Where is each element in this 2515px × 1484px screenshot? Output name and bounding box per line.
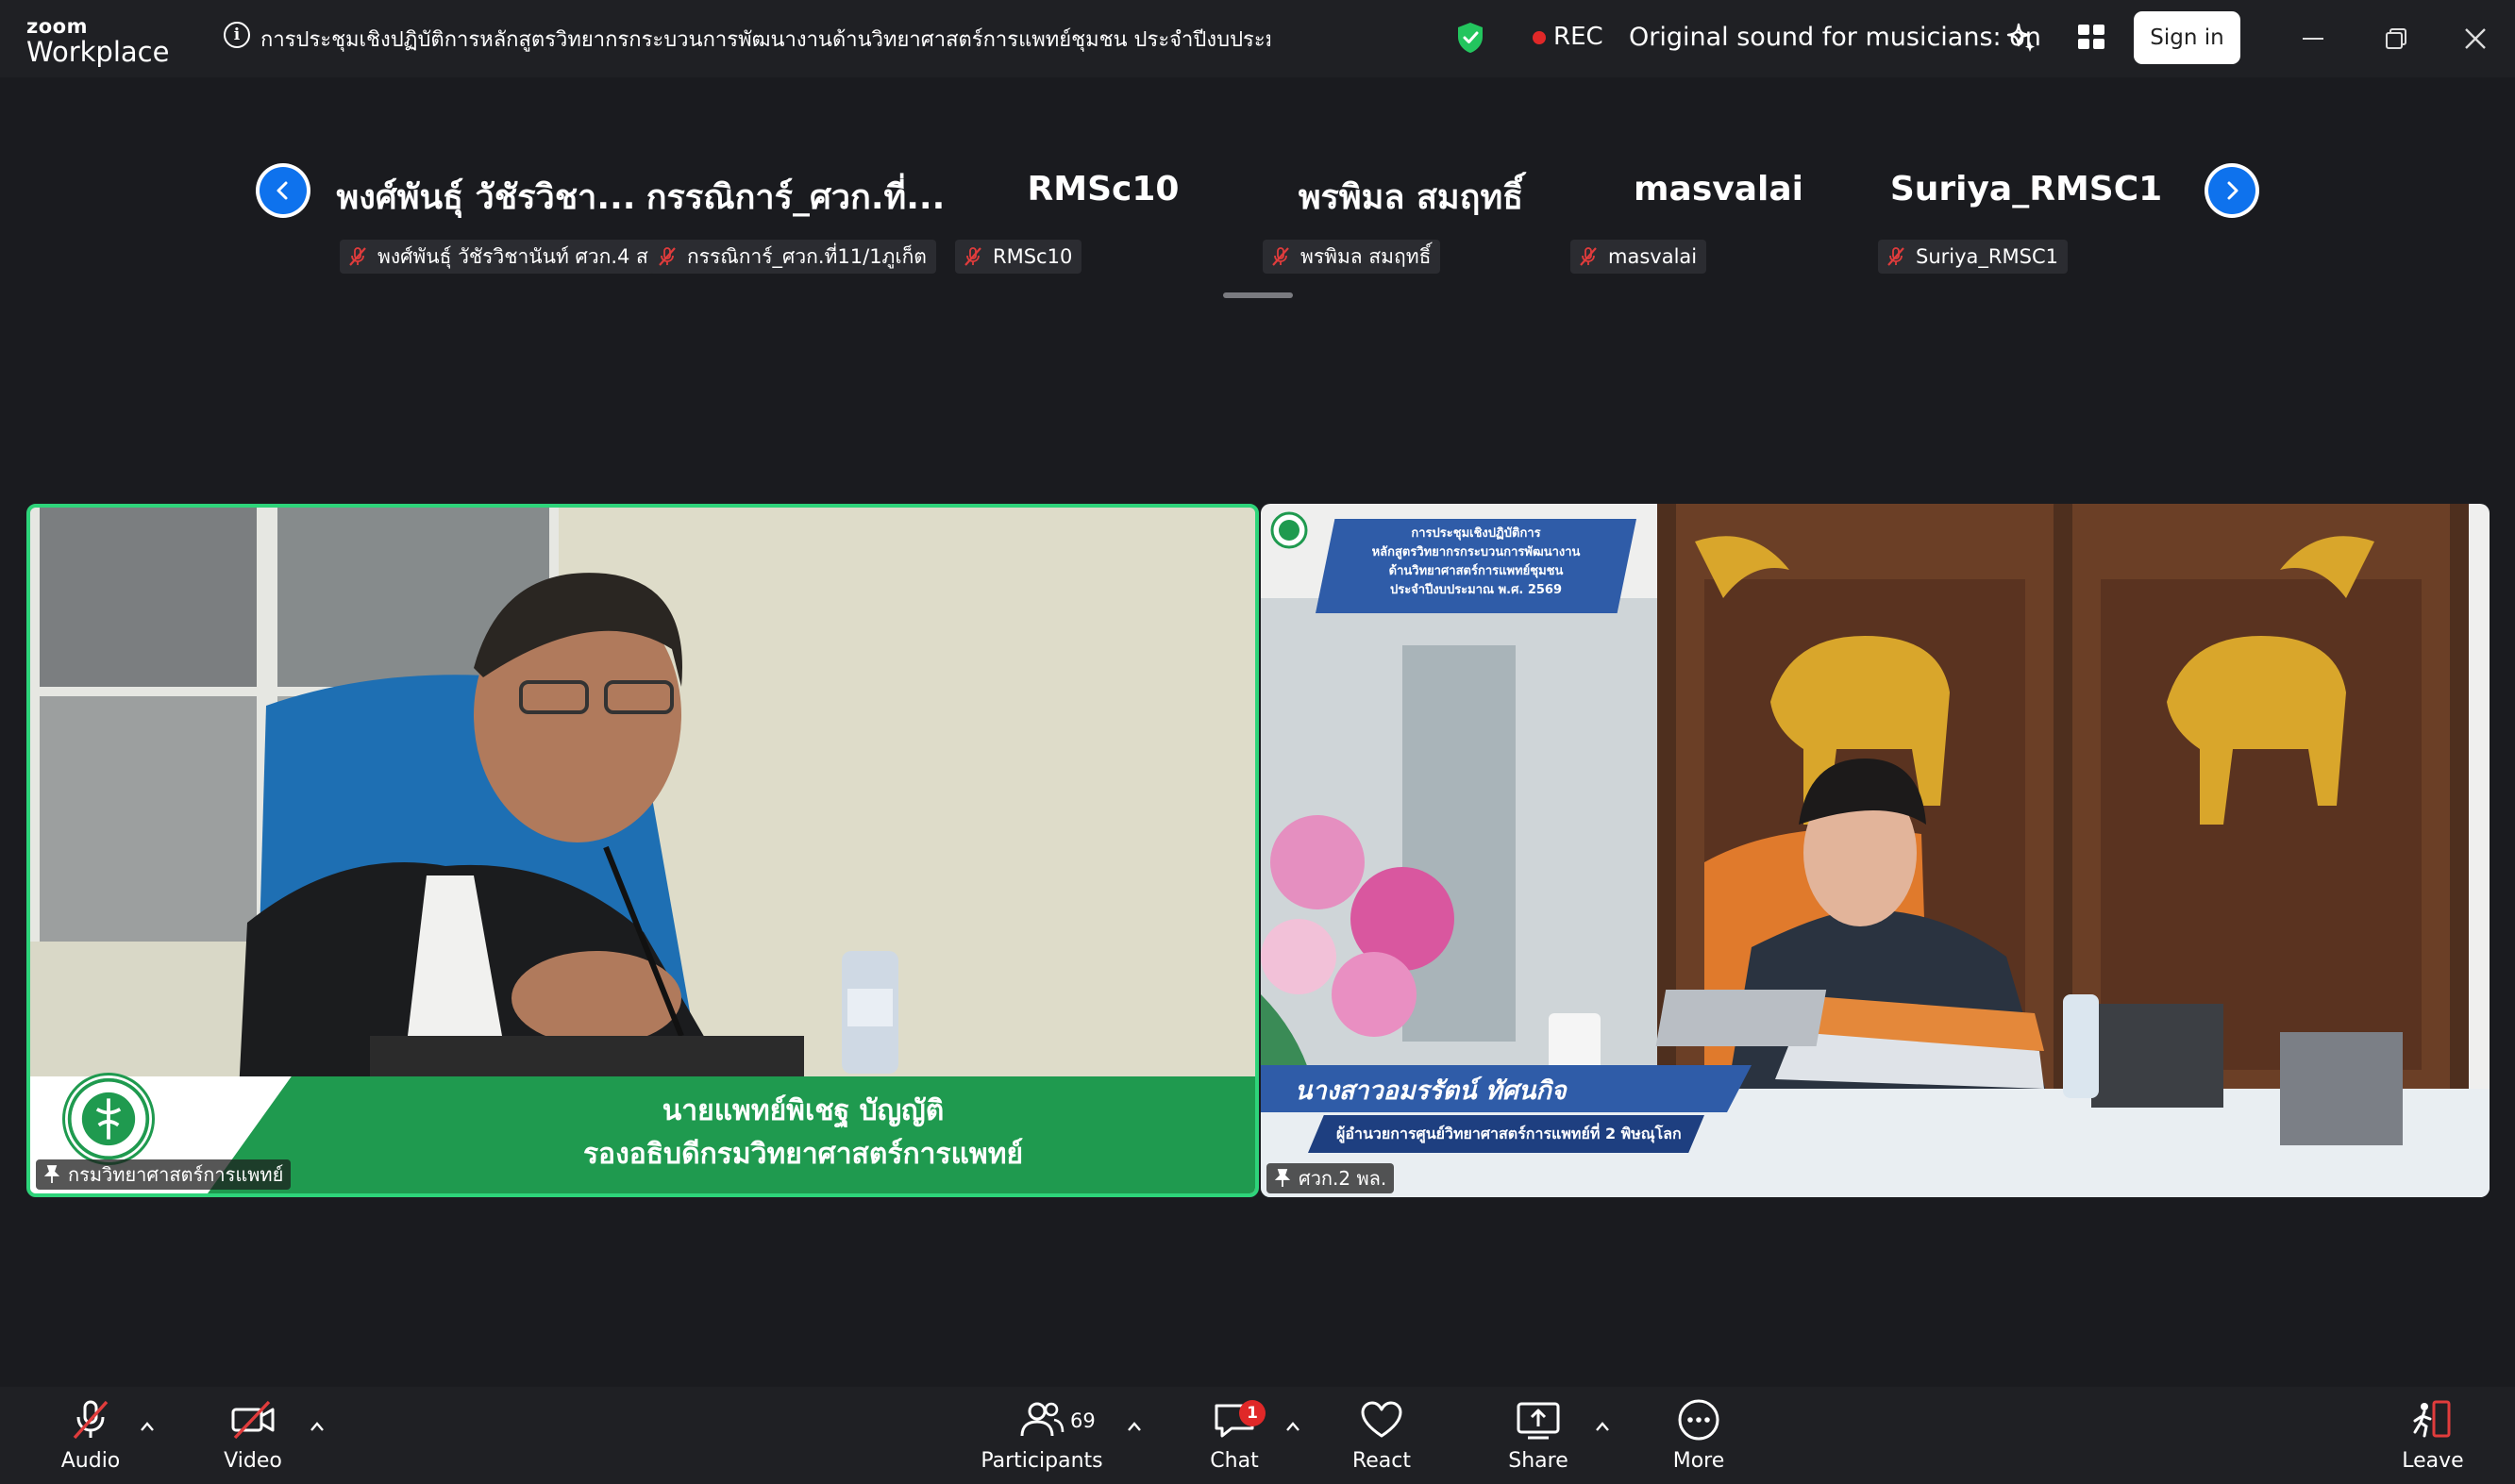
event-line: ด้านวิทยาศาสตร์การแพทย์ชุมชน — [1388, 564, 1564, 579]
apps-grid-icon[interactable] — [2076, 23, 2106, 51]
zoom-workplace-logo: zoom Workplace — [26, 17, 169, 66]
audio-label: Audio — [60, 1449, 121, 1473]
logo-line1: zoom — [26, 15, 88, 38]
video-label: Video — [224, 1449, 282, 1473]
participant-badge-text: พรพิมล สมฤทธิ์ — [1300, 244, 1432, 268]
participant-tile[interactable]: พรพิมล สมฤทธิ์ พรพิมล สมฤทธิ์ — [1257, 160, 1565, 292]
chat-label: Chat — [1210, 1449, 1259, 1473]
participant-role-caption: ผู้อำนวยการศูนย์วิทยาศาสตร์การแพทย์ที่ 2… — [1336, 1125, 1682, 1142]
participant-name: Suriya_RMSC1 — [1889, 170, 2163, 208]
recording-dot-icon — [1533, 31, 1546, 44]
leave-label: Leave — [2402, 1449, 2464, 1473]
participant-tile[interactable]: Suriya_RMSC1 Suriya_RMSC1 — [1872, 160, 2180, 292]
mic-muted-icon — [349, 247, 366, 266]
mic-muted-icon — [73, 1400, 109, 1440]
spotlight-pin-icon — [43, 1165, 60, 1183]
meeting-title: การประชุมเชิงปฏิบัติการหลักสูตรวิทยากรกร… — [260, 28, 1270, 52]
participant-name: RMSc10 — [1027, 170, 1180, 208]
logo-line2: Workplace — [26, 36, 170, 68]
event-line: หลักสูตรวิทยากรกระบวนการพัฒนางาน — [1371, 545, 1581, 560]
minimize-window-icon[interactable] — [2303, 38, 2323, 40]
participant-badge-text: Suriya_RMSC1 — [1916, 245, 2058, 268]
participant-tile[interactable]: masvalai masvalai — [1565, 160, 1872, 292]
tile-name-label: ศวก.2 พล. — [1266, 1163, 1395, 1193]
video-button[interactable]: Video — [187, 1398, 319, 1477]
share-button[interactable]: Share — [1472, 1398, 1604, 1477]
participant-badge: masvalai — [1570, 240, 1707, 274]
heart-icon — [1361, 1401, 1402, 1438]
participant-badge: พงศ์พันธ์ุ วัชัรวิชานันท์ ศวก.4 ส... — [340, 240, 677, 274]
next-page-button[interactable] — [2205, 163, 2259, 218]
share-screen-icon — [1517, 1402, 1560, 1440]
chevron-right-icon — [2208, 167, 2255, 214]
chat-button[interactable]: Chat — [1168, 1398, 1300, 1477]
participant-badge: RMSc10 — [955, 240, 1082, 274]
video-options-caret-icon[interactable] — [310, 1421, 325, 1432]
chat-options-caret-icon[interactable] — [1285, 1421, 1300, 1432]
mic-muted-icon — [1580, 247, 1597, 266]
leave-button[interactable]: Leave — [2367, 1398, 2499, 1477]
previous-page-button[interactable] — [256, 163, 310, 218]
video-off-icon — [231, 1400, 275, 1440]
participants-label: Participants — [981, 1449, 1103, 1473]
tile-name-text: ศวก.2 พล. — [1299, 1167, 1387, 1190]
mic-muted-icon — [964, 247, 981, 266]
mic-muted-icon — [1887, 247, 1904, 266]
participant-name: พงศ์พันธ์ุ วัชัรวิชา... — [336, 178, 636, 217]
encryption-shield-icon[interactable] — [1455, 21, 1485, 55]
video-tile[interactable]: การประชุมเชิงปฏิบัติการ หลักสูตรวิทยากรก… — [1261, 504, 2490, 1197]
audio-button[interactable]: Audio — [25, 1398, 157, 1477]
participants-options-caret-icon[interactable] — [1127, 1421, 1142, 1432]
leave-door-icon — [2413, 1400, 2451, 1438]
participant-badge: พรพิมล สมฤทธิ์ — [1263, 240, 1441, 274]
speaker-name-caption: นายแพทย์พิเชฐ บัญญัติ — [662, 1094, 945, 1127]
participant-name-caption: นางสาวอมรรัตน์ ทัศนกิจ — [1295, 1076, 1567, 1106]
event-line: ประจำปีงบประมาณ พ.ศ. 2569 — [1389, 583, 1563, 598]
strip-page-indicator — [1223, 292, 1293, 298]
chat-unread-badge: 1 — [1239, 1400, 1266, 1426]
dmsc-small-emblem-icon — [1270, 511, 1308, 549]
participant-name: masvalai — [1634, 170, 1803, 208]
participant-badge-text: masvalai — [1608, 245, 1698, 268]
mic-muted-icon — [1272, 247, 1289, 266]
recording-label[interactable]: REC — [1553, 23, 1603, 51]
participant-tile[interactable]: RMSc10 RMSc10 — [949, 160, 1257, 292]
sign-in-button[interactable]: Sign in — [2134, 11, 2240, 64]
title-bar: zoom Workplace i การประชุมเชิงปฏิบัติการ… — [0, 0, 2515, 77]
react-button[interactable]: React — [1316, 1398, 1448, 1477]
participant-badge: กรรณิการ์_ศวก.ที่11/1ภูเก็ต — [649, 240, 936, 274]
more-label: More — [1672, 1449, 1725, 1473]
original-sound-status[interactable]: Original sound for musicians: on — [1629, 23, 2041, 52]
meeting-info-icon[interactable]: i — [224, 22, 250, 48]
participant-name: กรรณิการ์_ศวก.ที่... — [646, 178, 946, 217]
participant-name: พรพิมล สมฤทธิ์ — [1298, 178, 1524, 217]
mic-muted-icon — [659, 247, 676, 266]
more-dots-icon — [1678, 1399, 1719, 1441]
participant-badge-text: RMSc10 — [993, 245, 1073, 268]
participant-count: 69 — [1070, 1409, 1096, 1432]
video-tile-active-speaker[interactable]: นายแพทย์พิเชฐ บัญญัติ รองอธิบดีกรมวิทยาศ… — [26, 504, 1259, 1197]
dmsc-emblem-icon — [62, 1073, 155, 1165]
speaker-role-caption: รองอธิบดีกรมวิทยาศาสตร์การแพทย์ — [582, 1138, 1024, 1171]
audio-options-caret-icon[interactable] — [140, 1421, 155, 1432]
restore-window-icon[interactable] — [2386, 28, 2406, 49]
more-button[interactable]: More — [1633, 1398, 1765, 1477]
close-window-icon[interactable] — [2463, 26, 2488, 51]
event-line: การประชุมเชิงปฏิบัติการ — [1411, 526, 1541, 541]
tile-name-label: กรมวิทยาศาสตร์การแพทย์ — [36, 1159, 292, 1190]
participant-badge-text: พงศ์พันธ์ุ วัชัรวิชานันท์ ศวก.4 ส... — [377, 244, 667, 268]
react-label: React — [1351, 1449, 1412, 1473]
participant-tile[interactable]: กรรณิการ์_ศวก.ที่... กรรณิการ์_ศวก.ที่11… — [642, 160, 949, 292]
chevron-left-icon — [260, 167, 307, 214]
tile-name-text: กรมวิทยาศาสตร์การแพทย์ — [68, 1163, 284, 1186]
ai-companion-sparkle-icon[interactable] — [2004, 21, 2038, 55]
event-banner-text: การประชุมเชิงปฏิบัติการ หลักสูตรวิทยากรก… — [1316, 525, 1636, 601]
participant-badge-text: กรรณิการ์_ศวก.ที่11/1ภูเก็ต — [687, 244, 927, 268]
participant-tile[interactable]: พงศ์พันธ์ุ วัชัรวิชา... พงศ์พันธ์ุ วัชัร… — [332, 160, 677, 292]
share-options-caret-icon[interactable] — [1595, 1421, 1610, 1432]
spotlight-pin-icon — [1274, 1169, 1291, 1187]
participant-badge: Suriya_RMSC1 — [1878, 240, 2068, 274]
participants-icon — [1020, 1402, 1065, 1437]
share-label: Share — [1508, 1449, 1568, 1473]
